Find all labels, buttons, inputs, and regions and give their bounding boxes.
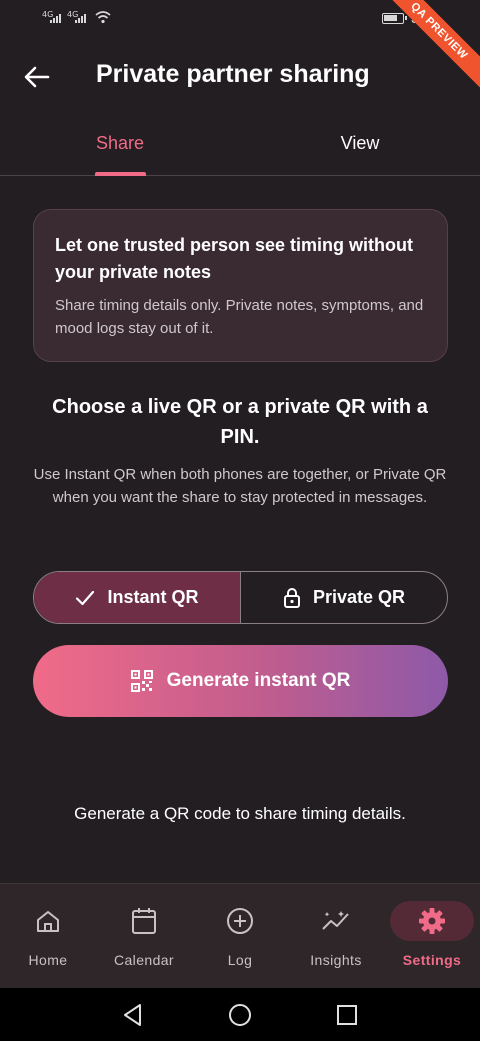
generate-qr-label: Generate instant QR: [166, 670, 351, 691]
app-bar: Private partner sharing: [0, 36, 480, 116]
status-bar: 4G 4G 3:3 QA PREVIEW: [0, 0, 480, 99]
check-icon: [76, 590, 95, 605]
battery-icon: [382, 13, 407, 24]
nav-label-log: Log: [227, 952, 253, 968]
tab-share[interactable]: Share: [0, 120, 240, 176]
back-button[interactable]: [20, 60, 54, 94]
info-card: Let one trusted person see timing withou…: [33, 209, 448, 362]
tab-indicator: [95, 172, 146, 176]
nav-item-log[interactable]: Log: [192, 884, 288, 989]
instant-qr-label: Instant QR: [107, 587, 199, 607]
bottom-navigation: Home Calendar Log Insights Settings: [0, 883, 480, 988]
instant-qr-option[interactable]: Instant QR: [34, 572, 241, 623]
generate-qr-button[interactable]: Generate instant QR: [33, 645, 448, 717]
system-navigation-bar: [0, 988, 480, 1041]
system-recents-icon[interactable]: [334, 1002, 360, 1028]
system-back-icon[interactable]: [120, 1002, 146, 1028]
nav-item-settings[interactable]: Settings: [384, 884, 480, 989]
tab-bar: Share View: [0, 120, 480, 176]
wifi-icon: [95, 11, 111, 24]
info-card-body: Share timing details only. Private notes…: [55, 297, 424, 337]
section-heading: Choose a live QR or a private QR with a …: [52, 396, 428, 448]
arrow-left-icon: [24, 66, 50, 88]
page-title: Private partner sharing: [96, 60, 370, 88]
system-home-icon[interactable]: [227, 1002, 253, 1028]
add-circle-icon: [225, 906, 255, 936]
nav-label-calendar: Calendar: [113, 952, 174, 968]
gear-icon: [417, 906, 447, 936]
private-qr-option[interactable]: Private QR: [241, 572, 447, 623]
nav-item-calendar[interactable]: Calendar: [96, 884, 192, 989]
nav-item-insights[interactable]: Insights: [288, 884, 384, 989]
tab-view[interactable]: View: [240, 120, 480, 176]
nav-label-home: Home: [28, 952, 68, 968]
section-description: Use Instant QR when both phones are toge…: [33, 466, 447, 506]
home-icon: [33, 906, 63, 936]
qr-code-icon: [130, 670, 153, 692]
empty-state-hint: Generate a QR code to share timing detai…: [74, 804, 406, 823]
info-card-title: Let one trusted person see timing withou…: [55, 235, 414, 282]
nav-label-insights: Insights: [310, 952, 362, 968]
lock-icon: [283, 587, 300, 608]
nav-item-home[interactable]: Home: [0, 884, 96, 989]
signal-icon-2: [75, 14, 86, 23]
insights-icon: [321, 906, 351, 936]
private-qr-label: Private QR: [312, 587, 406, 607]
signal-icon-1: [50, 14, 61, 23]
nav-label-settings: Settings: [402, 952, 462, 968]
qr-mode-toggle: Instant QR Private QR: [33, 571, 448, 624]
calendar-icon: [129, 906, 159, 936]
